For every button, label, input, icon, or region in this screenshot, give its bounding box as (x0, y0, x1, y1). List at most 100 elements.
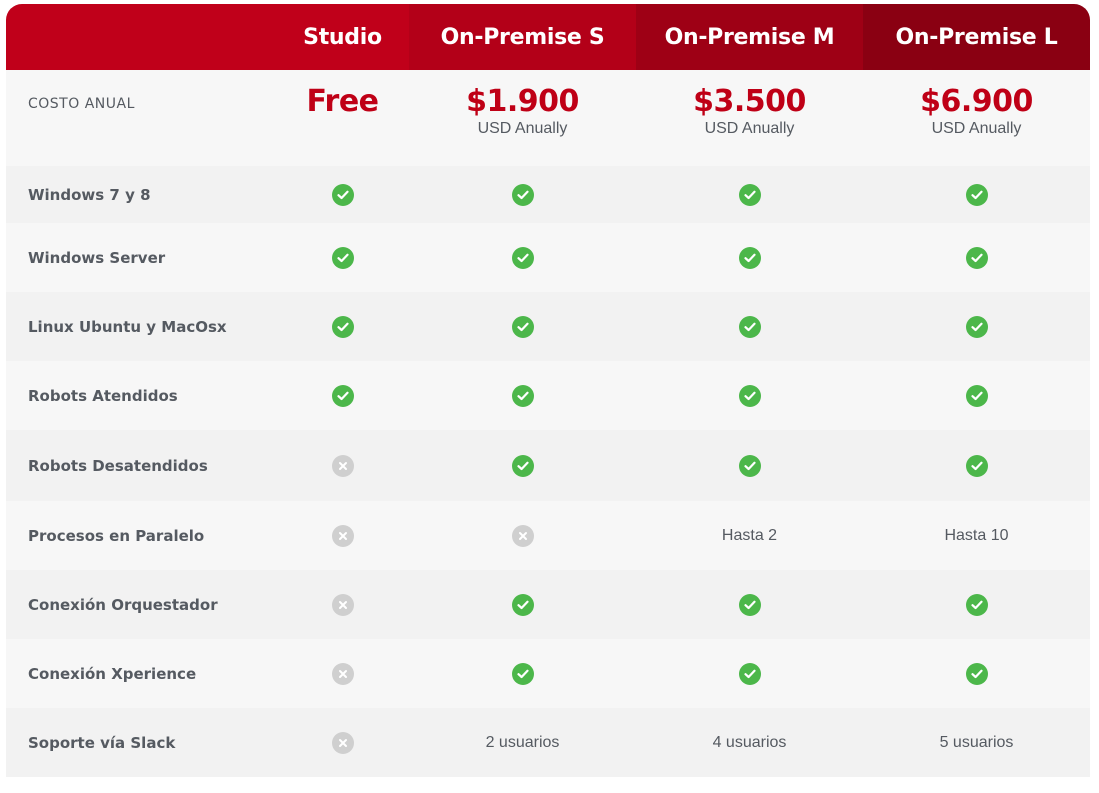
check-circle-icon (511, 183, 534, 206)
pricing-table: Studio On-Premise S On-Premise M On-Prem… (6, 4, 1090, 777)
feature-cell (636, 384, 863, 407)
feature-cell (276, 731, 409, 754)
feature-cell (409, 384, 636, 407)
feature-cell (863, 246, 1090, 269)
feature-label: Procesos en Paralelo (28, 526, 205, 545)
feature-label: Robots Desatendidos (28, 456, 208, 475)
check-circle-icon (738, 593, 761, 616)
price-cell-studio: Free (276, 70, 409, 120)
feature-cell (863, 662, 1090, 685)
feature-cell (276, 315, 409, 338)
check-circle-icon (965, 315, 988, 338)
feature-cell (863, 454, 1090, 477)
feature-cell (276, 246, 409, 269)
check-circle-icon (965, 183, 988, 206)
check-circle-icon (511, 593, 534, 616)
check-circle-icon (511, 315, 534, 338)
feature-cell (276, 524, 409, 547)
feature-cell (276, 384, 409, 407)
feature-label: Robots Atendidos (28, 386, 178, 405)
price-period: USD Anually (704, 120, 795, 137)
header-empty-cell (6, 4, 276, 70)
check-circle-icon (738, 183, 761, 206)
check-circle-icon (331, 183, 354, 206)
feature-cell (409, 454, 636, 477)
feature-row: Linux Ubuntu y MacOsx (6, 292, 1090, 361)
feature-cell (636, 662, 863, 685)
price-row: COSTO ANUAL Free $1.900 USD Anually $3.5… (6, 70, 1090, 166)
x-circle-icon (331, 731, 354, 754)
feature-cell: Hasta 10 (863, 527, 1090, 545)
feature-value-text: 4 usuarios (712, 733, 787, 751)
feature-value-text: 2 usuarios (485, 733, 560, 751)
feature-row: Robots Atendidos (6, 361, 1090, 430)
feature-row: Procesos en Paralelo Hasta 2 Hasta 10 (6, 501, 1090, 570)
price-cell-on-premise-m: $3.500 USD Anually (636, 70, 863, 138)
check-circle-icon (738, 454, 761, 477)
check-circle-icon (965, 384, 988, 407)
price-cell-on-premise-l: $6.900 USD Anually (863, 70, 1090, 138)
check-circle-icon (965, 454, 988, 477)
plan-header-on-premise-s: On-Premise S (409, 4, 636, 70)
feature-row: Windows Server (6, 223, 1090, 292)
check-circle-icon (738, 246, 761, 269)
feature-cell (409, 315, 636, 338)
feature-cell (409, 593, 636, 616)
feature-cell (863, 593, 1090, 616)
price-period: USD Anually (477, 120, 568, 137)
feature-row: Windows 7 y 8 (6, 166, 1090, 223)
feature-cell (636, 315, 863, 338)
pricing-header: Studio On-Premise S On-Premise M On-Prem… (6, 4, 1090, 70)
feature-label: Linux Ubuntu y MacOsx (28, 317, 227, 336)
price-cell-on-premise-s: $1.900 USD Anually (409, 70, 636, 138)
feature-label: Conexión Xperience (28, 664, 197, 683)
feature-cell (636, 593, 863, 616)
feature-label: Conexión Orquestador (28, 595, 218, 614)
check-circle-icon (511, 246, 534, 269)
feature-row: Soporte vía Slack 2 usuarios 4 usuarios 5 u… (6, 708, 1090, 777)
plan-header-on-premise-m: On-Premise M (636, 4, 863, 70)
check-circle-icon (511, 662, 534, 685)
feature-cell (409, 524, 636, 547)
price-value: $6.900 (920, 84, 1033, 119)
feature-cell (636, 183, 863, 206)
feature-row: Conexión Orquestador (6, 570, 1090, 639)
feature-cell: 5 usuarios (863, 734, 1090, 752)
check-circle-icon (738, 662, 761, 685)
feature-cell (276, 662, 409, 685)
feature-cell (276, 593, 409, 616)
price-value: $1.900 (466, 84, 579, 119)
feature-cell (863, 315, 1090, 338)
check-circle-icon (738, 315, 761, 338)
feature-label: Soporte vía Slack (28, 733, 176, 752)
x-circle-icon (331, 662, 354, 685)
check-circle-icon (965, 662, 988, 685)
price-period: USD Anually (931, 120, 1022, 137)
feature-cell (409, 662, 636, 685)
plan-header-on-premise-l: On-Premise L (863, 4, 1090, 70)
feature-value-text: Hasta 10 (944, 526, 1009, 544)
feature-row: Conexión Xperience (6, 639, 1090, 708)
feature-cell (276, 454, 409, 477)
check-circle-icon (965, 246, 988, 269)
price-label: COSTO ANUAL (28, 96, 135, 112)
check-circle-icon (511, 384, 534, 407)
feature-cell: 4 usuarios (636, 734, 863, 752)
check-circle-icon (331, 384, 354, 407)
feature-cell (863, 183, 1090, 206)
feature-label: Windows Server (28, 248, 166, 267)
feature-cell: 2 usuarios (409, 734, 636, 752)
feature-label: Windows 7 y 8 (28, 185, 151, 204)
price-value: Free (306, 84, 379, 119)
feature-cell (863, 384, 1090, 407)
feature-value-text: Hasta 2 (721, 526, 778, 544)
plan-header-studio: Studio (276, 4, 409, 70)
feature-cell (636, 454, 863, 477)
feature-cell (636, 246, 863, 269)
price-value: $3.500 (693, 84, 806, 119)
x-circle-icon (511, 524, 534, 547)
check-circle-icon (331, 315, 354, 338)
check-circle-icon (965, 593, 988, 616)
check-circle-icon (738, 384, 761, 407)
feature-cell (409, 183, 636, 206)
